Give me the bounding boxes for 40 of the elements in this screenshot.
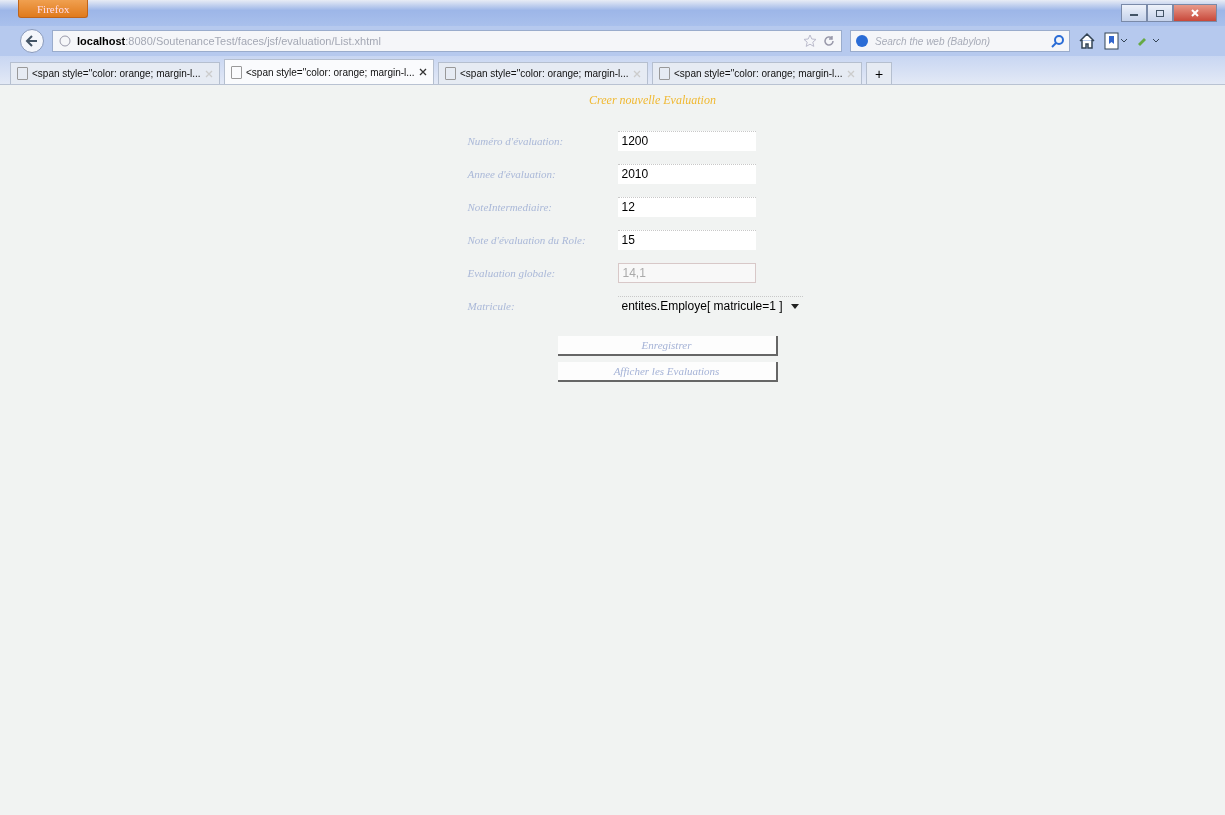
- page-icon: [445, 67, 456, 80]
- input-field[interactable]: 12: [617, 196, 756, 217]
- search-field[interactable]: Search the web (Babylon): [850, 30, 1070, 52]
- browser-tab[interactable]: <span style="color: orange; margin-l...: [652, 62, 862, 84]
- address-bar[interactable]: localhost:8080/SoutenanceTest/faces/jsf/evaluation/List.xhtml: [52, 30, 842, 52]
- url-text: localhost:8080/SoutenanceTest/faces/jsf/evaluation/List.xhtml: [77, 35, 381, 47]
- browser-tab[interactable]: <span style="color: orange; margin-l...: [438, 62, 648, 84]
- caret-icon: [790, 303, 799, 309]
- field-label: Matricule:: [467, 299, 516, 312]
- page-icon: [659, 67, 670, 80]
- star-icon[interactable]: [803, 34, 817, 48]
- field-label: Evaluation globale:: [467, 266, 557, 279]
- new-tab-button[interactable]: +: [866, 62, 892, 84]
- page-icon: [231, 65, 242, 79]
- close-tab-icon[interactable]: [419, 68, 427, 76]
- back-button[interactable]: [20, 29, 44, 53]
- field-label: Annee d'évaluation:: [467, 167, 557, 180]
- dropdown[interactable]: entites.Employe[ matricule=1 ]: [617, 296, 803, 315]
- input-field[interactable]: 2010: [617, 163, 756, 184]
- close-button[interactable]: [1173, 4, 1217, 22]
- input-field[interactable]: 1200: [617, 130, 756, 151]
- reload-icon[interactable]: [823, 35, 835, 47]
- globe-icon: [59, 35, 71, 47]
- browser-tab[interactable]: <span style="color: orange; margin-l...: [10, 62, 220, 84]
- browser-tab[interactable]: <span style="color: orange; margin-l...: [224, 59, 434, 84]
- page-icon: [17, 67, 28, 80]
- close-icon: [1190, 8, 1200, 18]
- search-engine-icon[interactable]: [855, 34, 869, 48]
- form-title: Creer nouvelle Evaluation: [588, 93, 717, 108]
- field-label: Note d'évaluation du Role:: [467, 233, 587, 246]
- restore-button[interactable]: [1147, 4, 1173, 22]
- minimize-button[interactable]: [1121, 4, 1147, 22]
- bookmarks-icon[interactable]: [1104, 32, 1128, 50]
- restore-icon: [1155, 8, 1165, 18]
- back-arrow-icon: [24, 33, 40, 49]
- field-label: NoteIntermediaire:: [467, 200, 553, 213]
- field-label: Numéro d'évaluation:: [467, 134, 565, 147]
- search-icon[interactable]: [1051, 34, 1065, 48]
- home-icon[interactable]: [1078, 32, 1096, 50]
- input-field[interactable]: 15: [617, 229, 756, 250]
